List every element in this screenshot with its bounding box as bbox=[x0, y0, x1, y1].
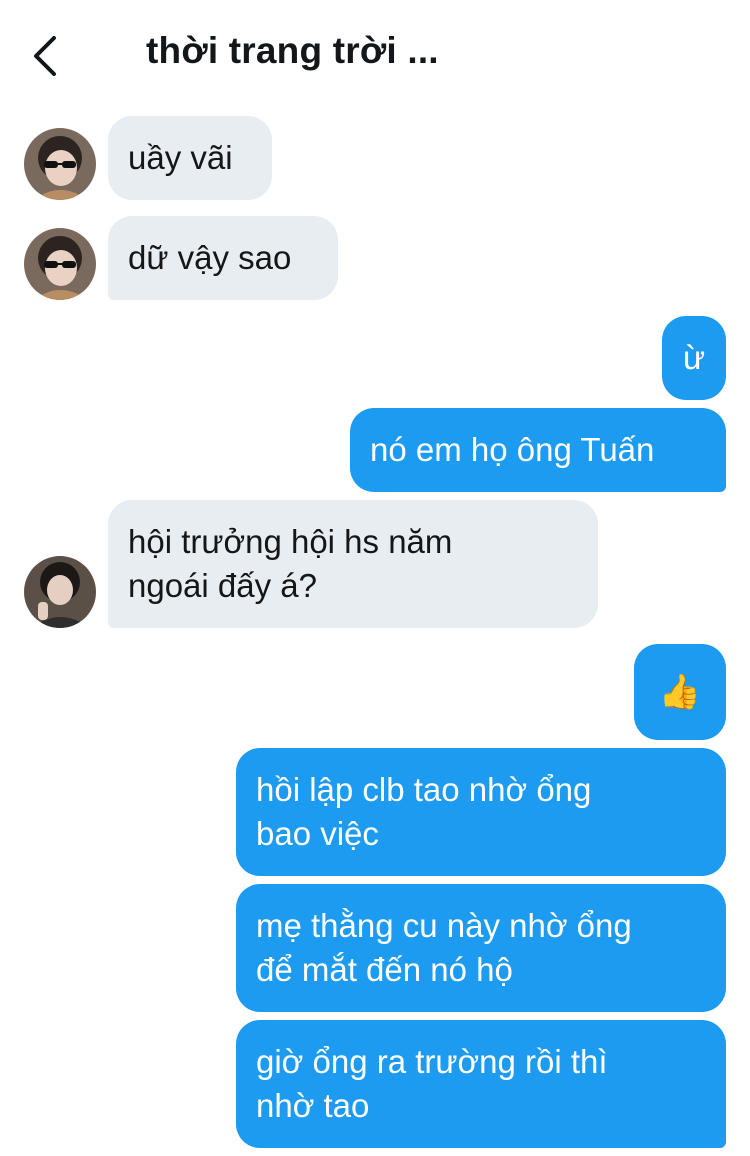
message-bubble-incoming[interactable]: uầy vãi bbox=[108, 116, 272, 200]
avatar-photo bbox=[24, 128, 96, 200]
message-text: ừ bbox=[682, 339, 706, 376]
message-text-line: hồi lập clb tao nhờ ổng bbox=[256, 771, 592, 808]
message-text-line: mẹ thằng cu này nhờ ổng bbox=[256, 907, 632, 944]
message-bubble-outgoing[interactable]: ừ bbox=[662, 316, 726, 400]
message-bubble-outgoing[interactable]: mẹ thằng cu này nhờ ổng để mắt đến nó hộ bbox=[236, 884, 726, 1012]
message-text: nó em họ ông Tuấn bbox=[370, 431, 655, 468]
message-text: uầy vãi bbox=[128, 139, 233, 176]
back-button[interactable] bbox=[22, 28, 78, 84]
message-bubble-outgoing[interactable]: hồi lập clb tao nhờ ổng bao việc bbox=[236, 748, 726, 876]
message-bubble-outgoing[interactable]: nó em họ ông Tuấn bbox=[350, 408, 726, 492]
avatar[interactable] bbox=[24, 228, 96, 300]
conversation-title[interactable]: thời trang trời ... bbox=[146, 30, 439, 72]
avatar-photo bbox=[24, 556, 96, 628]
message-bubble-incoming[interactable]: hội trưởng hội hs năm ngoái đấy á? bbox=[108, 500, 598, 628]
message-text-line: để mắt đến nó hộ bbox=[256, 951, 513, 988]
avatar-photo bbox=[24, 228, 96, 300]
message-bubble-outgoing[interactable]: 👍 bbox=[634, 644, 726, 740]
avatar[interactable] bbox=[24, 128, 96, 200]
thumbs-up-icon: 👍 bbox=[658, 673, 702, 711]
message-text-line: ngoái đấy á? bbox=[128, 567, 317, 604]
message-text: dữ vậy sao bbox=[128, 239, 292, 276]
message-text-line: nhờ tao bbox=[256, 1087, 370, 1124]
message-bubble-outgoing[interactable]: giờ ổng ra trường rồi thì nhờ tao bbox=[236, 1020, 726, 1148]
avatar[interactable] bbox=[24, 556, 96, 628]
message-text-line: hội trưởng hội hs năm bbox=[128, 523, 453, 560]
message-text-line: giờ ổng ra trường rồi thì bbox=[256, 1043, 608, 1080]
chevron-left-icon bbox=[34, 36, 56, 76]
message-bubble-incoming[interactable]: dữ vậy sao bbox=[108, 216, 338, 300]
message-text-line: bao việc bbox=[256, 815, 379, 852]
chat-header: thời trang trời ... bbox=[0, 0, 750, 110]
